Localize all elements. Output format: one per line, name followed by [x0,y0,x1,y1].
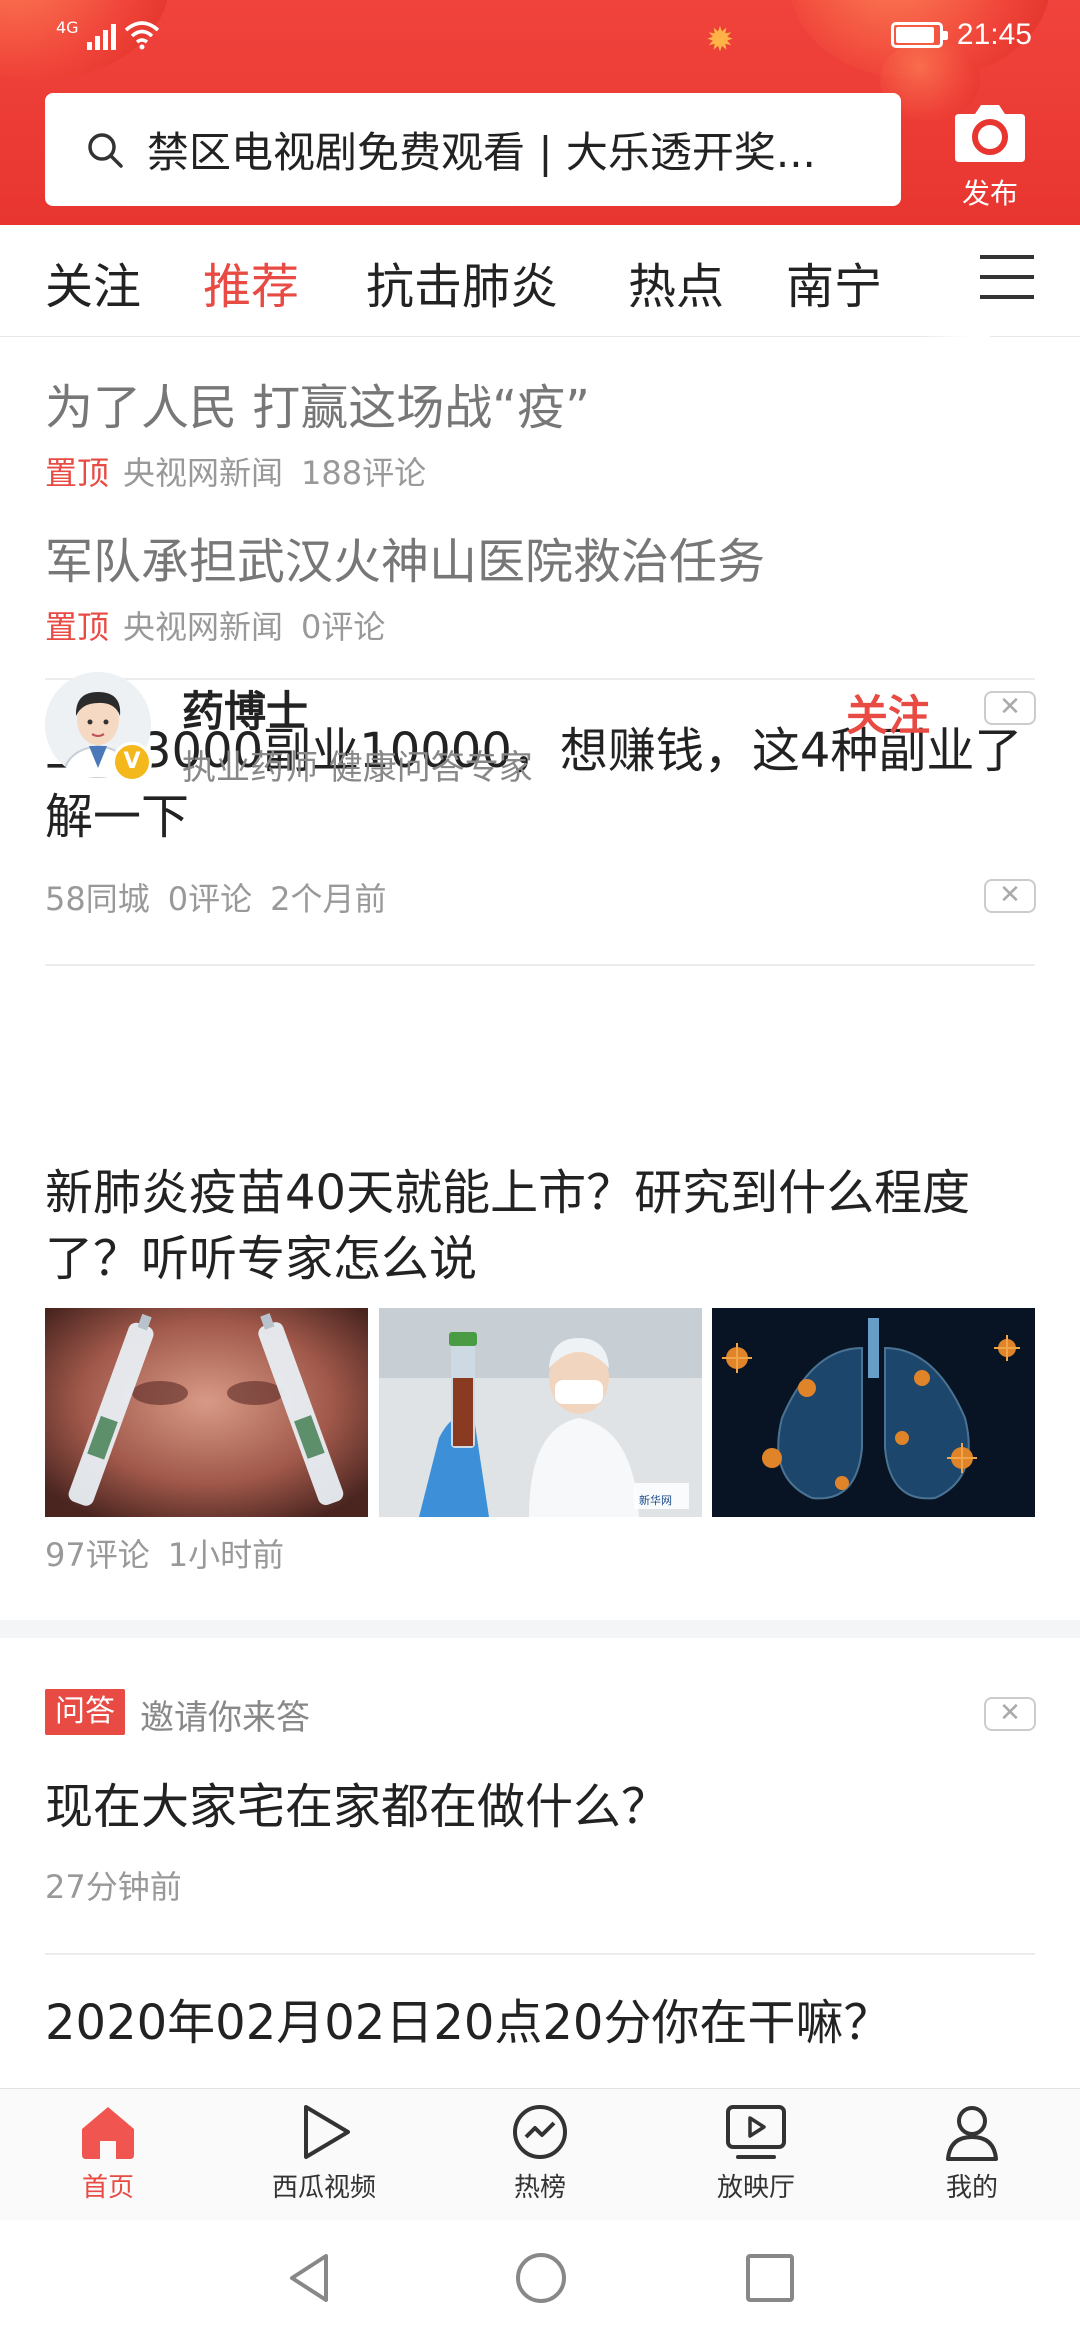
article-meta: 58同城 0评论 2个月前 [45,874,386,920]
dismiss-button[interactable]: ✕ [984,879,1036,913]
nav-cinema[interactable]: 放映厅 [676,2103,836,2204]
comment-count: 0评论 [301,608,386,646]
person-icon [946,2106,998,2161]
bottom-navigation: 首页 西瓜视频 热榜 放映厅 我的 [0,2088,1080,2220]
nav-home[interactable]: 首页 [28,2103,188,2204]
trending-icon [513,2105,567,2159]
news-source: 央视网新闻 [123,608,284,646]
dismiss-button[interactable]: ✕ [984,1697,1036,1731]
qa-tag: 问答 [45,1689,125,1735]
search-icon [88,132,123,168]
search-bar[interactable]: 禁区电视剧免费观看 | 大乐透开奖... [45,93,901,206]
tab-hot[interactable]: 热点 [628,247,724,317]
pinned-title: 为了人民 打赢这场战“疫” [45,380,590,436]
comment-count: 0评论 [167,880,253,918]
article-image-lab[interactable]: 新华网 [379,1308,702,1517]
nav-label: 放映厅 [716,2173,795,2203]
tab-nanning[interactable]: 南宁 [786,247,882,317]
lab-researcher-image [379,1308,702,1517]
vaccine-syringes-image [45,1308,368,1517]
nav-me[interactable]: 我的 [892,2103,1052,2204]
pinned-news-item[interactable]: 军队承担武汉火神山医院救治任务 置顶 央视网新闻 0评论 [45,522,765,648]
article-title[interactable]: 新肺炎疫苗40天就能上市？研究到什么程度了？听听专家怎么说 [45,1160,1035,1292]
publish-button[interactable]: 发布 [945,100,1035,210]
status-bar: 4G 21:45 [0,0,1080,72]
image-caption: 新华网 [639,1494,672,1507]
camera-icon [955,105,1025,162]
author-description: 执业药师 健康问答专家 [182,748,533,788]
news-source: 58同城 [45,880,150,918]
pinned-tag: 置顶 [45,454,110,492]
divider [45,1953,1035,1955]
qa-invite-text: 邀请你来答 [140,1698,310,1738]
article-title[interactable]: 2020年02月02日20点20分你在干嘛？ [45,1990,1035,2056]
article-meta: 97评论 1小时前 [45,1530,284,1576]
qa-question[interactable]: 现在大家宅在家都在做什么？ [45,1774,1035,1840]
publish-time: 1小时前 [167,1536,285,1574]
tab-fight-pneumonia[interactable]: 抗击肺炎 [366,247,558,317]
author-name[interactable]: 药博士 [182,678,308,739]
pinned-title: 军队承担武汉火神山医院救治任务 [45,534,766,590]
back-icon[interactable] [284,2250,334,2306]
nav-xigua-video[interactable]: 西瓜视频 [244,2103,404,2204]
verified-badge-icon: V [112,742,152,782]
recents-icon[interactable] [744,2250,796,2306]
network-type: 4G [56,18,79,37]
publish-time: 27分钟前 [45,1868,182,1906]
dismiss-button[interactable]: ✕ [984,691,1036,725]
battery-icon [890,22,948,48]
pinned-news-item[interactable]: 为了人民 打赢这场战“疫” 置顶 央视网新闻 188评论 [45,368,590,494]
comment-count: 97评论 [45,1536,150,1574]
comment-count: 188评论 [301,454,427,492]
battery-level [895,27,934,43]
follow-button[interactable]: 关注 [846,682,930,743]
article-image-vaccine[interactable] [45,1308,368,1517]
nav-label: 热榜 [513,2173,566,2203]
wifi-icon [124,21,159,50]
channel-tabs: 关注 推荐 抗击肺炎 热点 南宁 [0,225,1080,337]
tab-follow[interactable]: 关注 [45,247,141,317]
news-source: 央视网新闻 [123,454,284,492]
publish-time: 2个月前 [270,880,387,918]
nav-label: 首页 [81,2173,134,2203]
play-icon [304,2105,350,2159]
screen-play-icon [726,2105,786,2159]
menu-icon [980,255,1034,259]
virus-lungs-image [712,1308,1035,1517]
nav-label: 西瓜视频 [271,2173,376,2203]
signal-icon [86,20,116,50]
home-icon [82,2107,134,2159]
pinned-tag: 置顶 [45,608,110,646]
app-header: ✹ 4G 21:45 禁区电视剧免费观看 | 大乐透开奖... 发布 [0,0,1080,225]
tab-recommend[interactable]: 推荐 [203,247,299,317]
nav-label: 我的 [945,2173,998,2203]
nav-trending[interactable]: 热榜 [460,2103,620,2204]
system-navigation-bar [0,2220,1080,2340]
home-circle-icon[interactable] [513,2250,569,2306]
section-separator [0,1620,1080,1638]
divider [45,964,1035,966]
article-image-lungs[interactable] [712,1308,1035,1517]
publish-label: 发布 [961,177,1018,210]
search-suggestion-text: 禁区电视剧免费观看 | 大乐透开奖... [147,128,816,177]
clock: 21:45 [956,18,1032,51]
channel-menu-button[interactable] [980,255,1034,307]
